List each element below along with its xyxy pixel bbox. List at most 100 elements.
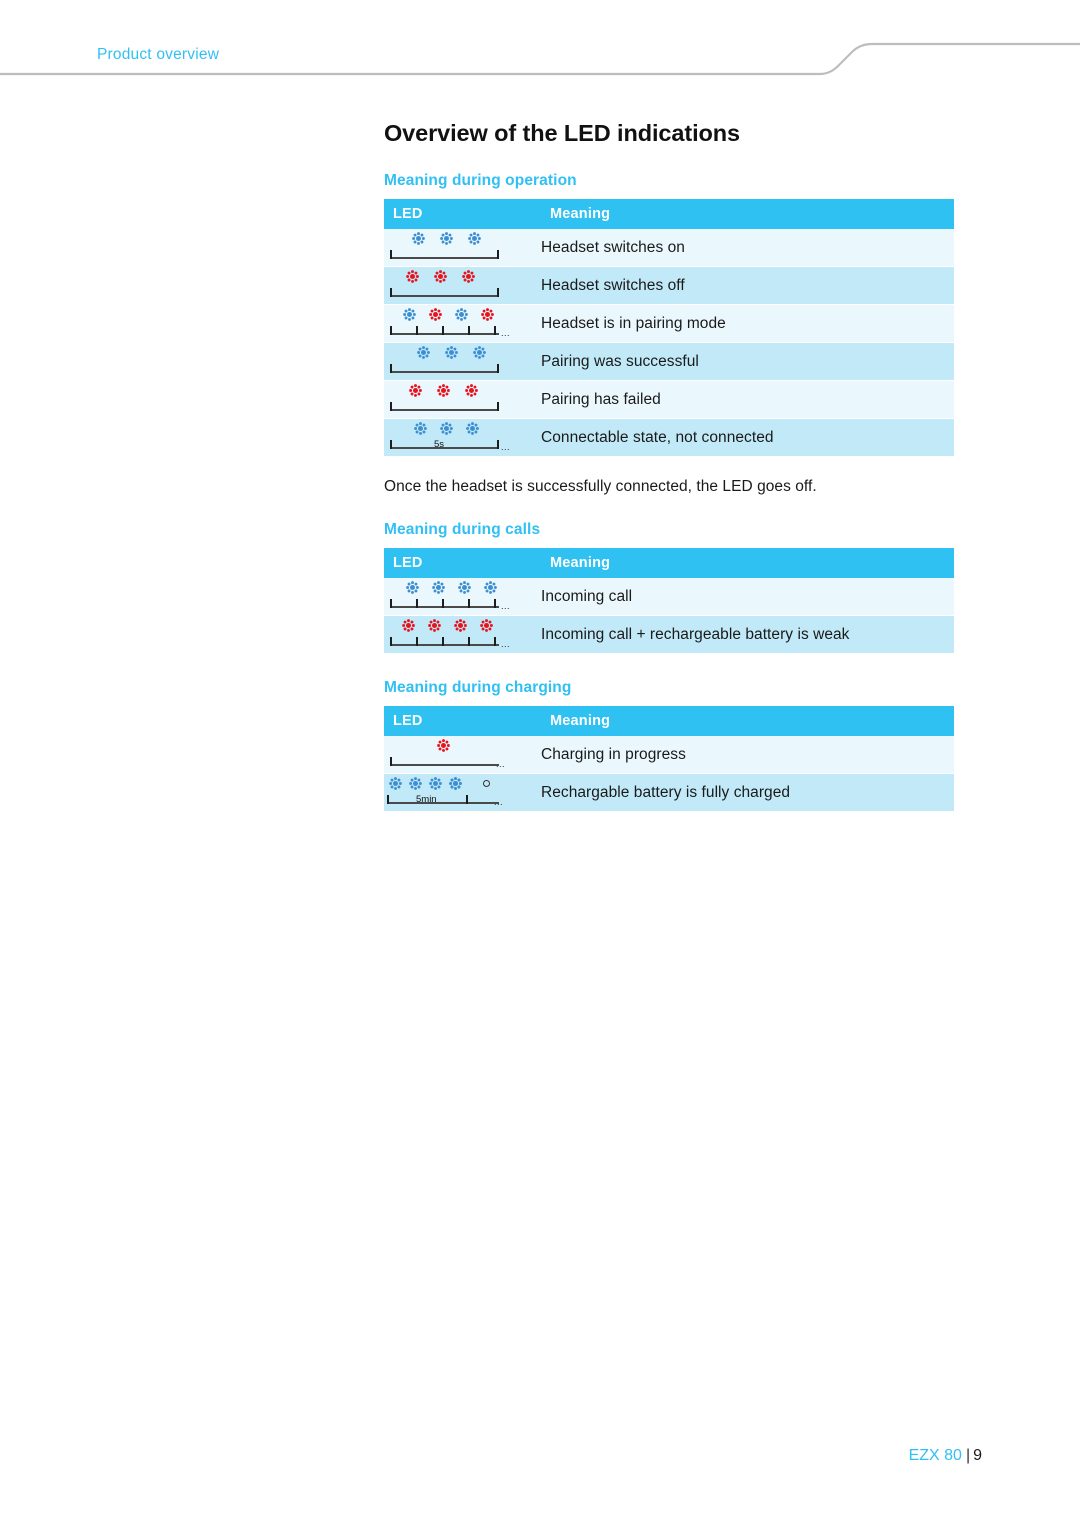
page-footer: EZX 80 | 9 <box>909 1447 982 1465</box>
led-flash-blue-icon <box>455 308 468 321</box>
table-row: Pairing has failed <box>384 380 954 419</box>
column-header-led: LED <box>384 548 541 578</box>
timeline-tick <box>416 326 418 335</box>
column-header-meaning: Meaning <box>541 548 954 578</box>
led-pattern-diagram: ... <box>384 305 541 342</box>
led-flash-blue-icon <box>403 308 416 321</box>
meaning-cell: Headset switches on <box>541 229 954 267</box>
column-header-meaning: Meaning <box>541 199 954 229</box>
table-header-row: LED Meaning <box>384 199 954 229</box>
led-pattern-diagram: ... 5min <box>384 774 541 811</box>
timeline-continues-ellipsis: ... <box>501 442 511 452</box>
timeline-tick <box>390 402 392 411</box>
section-heading-charging: Meaning during charging <box>384 679 572 696</box>
timeline-tick <box>468 599 470 608</box>
timeline-tick <box>466 795 468 804</box>
connected-note: Once the headset is successfully connect… <box>384 478 817 495</box>
led-flash-red-icon <box>437 384 450 397</box>
section-heading-calls: Meaning during calls <box>384 521 541 538</box>
timeline-axis <box>390 764 499 766</box>
led-flash-blue-icon <box>409 777 422 790</box>
timeline-tick <box>497 288 499 297</box>
timeline-tick <box>494 326 496 335</box>
timeline-tick <box>416 637 418 646</box>
timeline-tick <box>387 795 389 804</box>
led-flash-blue-icon <box>406 581 419 594</box>
led-flash-blue-icon <box>417 346 430 359</box>
meaning-cell: Incoming call <box>541 578 954 616</box>
timeline-tick <box>390 757 392 766</box>
timeline-axis <box>390 447 499 449</box>
timeline-axis <box>390 409 499 411</box>
led-cell: ... <box>384 736 541 774</box>
led-pattern-diagram <box>384 381 541 418</box>
timeline-tick <box>390 637 392 646</box>
led-flash-red-icon <box>428 619 441 632</box>
timeline-tick <box>497 364 499 373</box>
led-flash-blue-icon <box>414 422 427 435</box>
led-pattern-diagram <box>384 343 541 380</box>
timeline-tick <box>390 250 392 259</box>
led-flash-blue-icon <box>458 581 471 594</box>
led-table-calls: LED Meaning ... Incoming call... Incoming … <box>384 548 954 654</box>
led-cell: ... <box>384 304 541 343</box>
led-flash-red-icon <box>434 270 447 283</box>
column-header-meaning: Meaning <box>541 706 954 736</box>
timeline-duration-label: 5min <box>416 794 437 805</box>
timeline-tick <box>468 637 470 646</box>
led-flash-red-icon <box>454 619 467 632</box>
led-flash-red-icon <box>402 619 415 632</box>
led-cell <box>384 229 541 267</box>
meaning-cell: Pairing was successful <box>541 342 954 381</box>
led-flash-red-icon <box>465 384 478 397</box>
led-cell: ... <box>384 615 541 654</box>
led-flash-blue-icon <box>432 581 445 594</box>
timeline-continues-ellipsis: ... <box>496 759 506 769</box>
timeline-tick <box>497 402 499 411</box>
table-body: ... Charging in progress... 5min Rechargabl… <box>384 736 954 812</box>
led-flash-red-icon <box>406 270 419 283</box>
table-row: ... Headset is in pairing mode <box>384 304 954 343</box>
led-cell <box>384 380 541 419</box>
led-flash-red-icon <box>481 308 494 321</box>
table-row: ... 5s Connectable state, not connected <box>384 418 954 457</box>
table-header-row: LED Meaning <box>384 548 954 578</box>
timeline-tick <box>442 599 444 608</box>
meaning-cell: Headset is in pairing mode <box>541 304 954 343</box>
led-flash-red-icon <box>480 619 493 632</box>
led-flash-blue-icon <box>445 346 458 359</box>
footer-page-number: 9 <box>973 1447 982 1464</box>
timeline-axis <box>387 802 499 804</box>
timeline-duration-label: 5s <box>434 439 445 450</box>
led-flash-blue-icon <box>449 777 462 790</box>
led-pattern-diagram <box>384 229 541 266</box>
led-flash-red-icon <box>409 384 422 397</box>
page-title: Overview of the LED indications <box>384 120 740 146</box>
led-cell: ... <box>384 578 541 616</box>
led-pattern-diagram <box>384 267 541 304</box>
timeline-continues-ellipsis: ... <box>501 639 511 649</box>
timeline-tick <box>497 250 499 259</box>
table-body: Headset switches on Headset switches off.… <box>384 229 954 457</box>
content-column: Overview of the LED indications Meaning … <box>384 0 984 812</box>
timeline-tick <box>390 599 392 608</box>
led-flash-blue-icon <box>440 232 453 245</box>
timeline-tick <box>442 637 444 646</box>
timeline-continues-ellipsis: ... <box>501 601 511 611</box>
led-pattern-diagram: ... <box>384 578 541 615</box>
led-pattern-diagram: ... 5s <box>384 419 541 456</box>
column-header-led: LED <box>384 706 541 736</box>
table-body: ... Incoming call... Incoming call + recha… <box>384 578 954 654</box>
led-cell: ... 5s <box>384 418 541 457</box>
timeline-axis <box>390 257 499 259</box>
timeline-tick <box>390 440 392 449</box>
table-row: ... Incoming call <box>384 578 954 616</box>
timeline-axis <box>390 295 499 297</box>
timeline-tick <box>390 364 392 373</box>
timeline-tick <box>390 288 392 297</box>
timeline-axis <box>390 606 499 608</box>
timeline-axis <box>390 333 499 335</box>
led-flash-blue-icon <box>473 346 486 359</box>
timeline-continues-ellipsis: ... <box>494 797 504 807</box>
meaning-cell: Incoming call + rechargeable battery is … <box>541 615 954 654</box>
